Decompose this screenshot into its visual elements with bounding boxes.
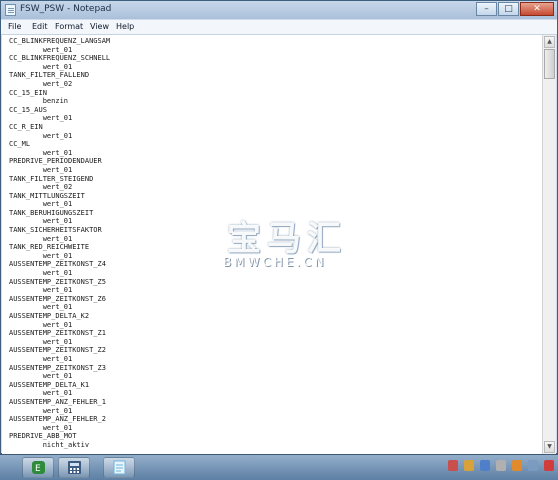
notepad-icon: [5, 4, 16, 16]
scroll-down-button[interactable]: ▼: [544, 441, 555, 453]
menu-view[interactable]: View: [90, 22, 109, 31]
scroll-up-button[interactable]: ▲: [544, 36, 555, 48]
svg-text:E: E: [35, 464, 41, 474]
tray-icon-6[interactable]: [528, 460, 538, 471]
menu-edit[interactable]: Edit: [32, 22, 48, 31]
tray-icon-4[interactable]: [496, 460, 506, 471]
title-bar[interactable]: FSW_PSW - Notepad – □ ✕: [1, 1, 557, 19]
window-title: FSW_PSW - Notepad: [20, 4, 112, 14]
taskbar-app-2[interactable]: [58, 457, 90, 478]
vertical-scrollbar[interactable]: ▲ ▼: [542, 35, 556, 454]
green-e-icon: E: [32, 461, 45, 474]
notepad-icon: [113, 460, 126, 475]
tray-icon-5[interactable]: [512, 460, 522, 471]
tray-icon-2[interactable]: [464, 460, 474, 471]
minimize-button[interactable]: –: [476, 2, 497, 16]
menu-bar: File Edit Format View Help: [1, 20, 557, 35]
tray-icon-7[interactable]: [544, 460, 554, 471]
text-editor[interactable]: CC_BLINKFREQUENZ_LANGSAM wert_01 CC_BLIN…: [2, 35, 542, 454]
tray-icon-3[interactable]: [480, 460, 490, 471]
taskbar-notepad[interactable]: [103, 457, 135, 478]
scroll-thumb[interactable]: [544, 49, 555, 79]
close-button[interactable]: ✕: [520, 2, 554, 16]
menu-help[interactable]: Help: [116, 22, 134, 31]
notepad-window: FSW_PSW - Notepad – □ ✕ File Edit Format…: [0, 0, 558, 454]
document-text[interactable]: CC_BLINKFREQUENZ_LANGSAM wert_01 CC_BLIN…: [2, 35, 542, 450]
system-tray: [442, 460, 554, 474]
taskbar: E: [0, 454, 558, 480]
menu-file[interactable]: File: [8, 22, 21, 31]
tray-icon-1[interactable]: [448, 460, 458, 471]
window-controls: – □ ✕: [475, 2, 554, 17]
maximize-button[interactable]: □: [498, 2, 519, 16]
taskbar-app-1[interactable]: E: [22, 457, 54, 478]
calculator-icon: [68, 461, 81, 474]
menu-format[interactable]: Format: [55, 22, 83, 31]
